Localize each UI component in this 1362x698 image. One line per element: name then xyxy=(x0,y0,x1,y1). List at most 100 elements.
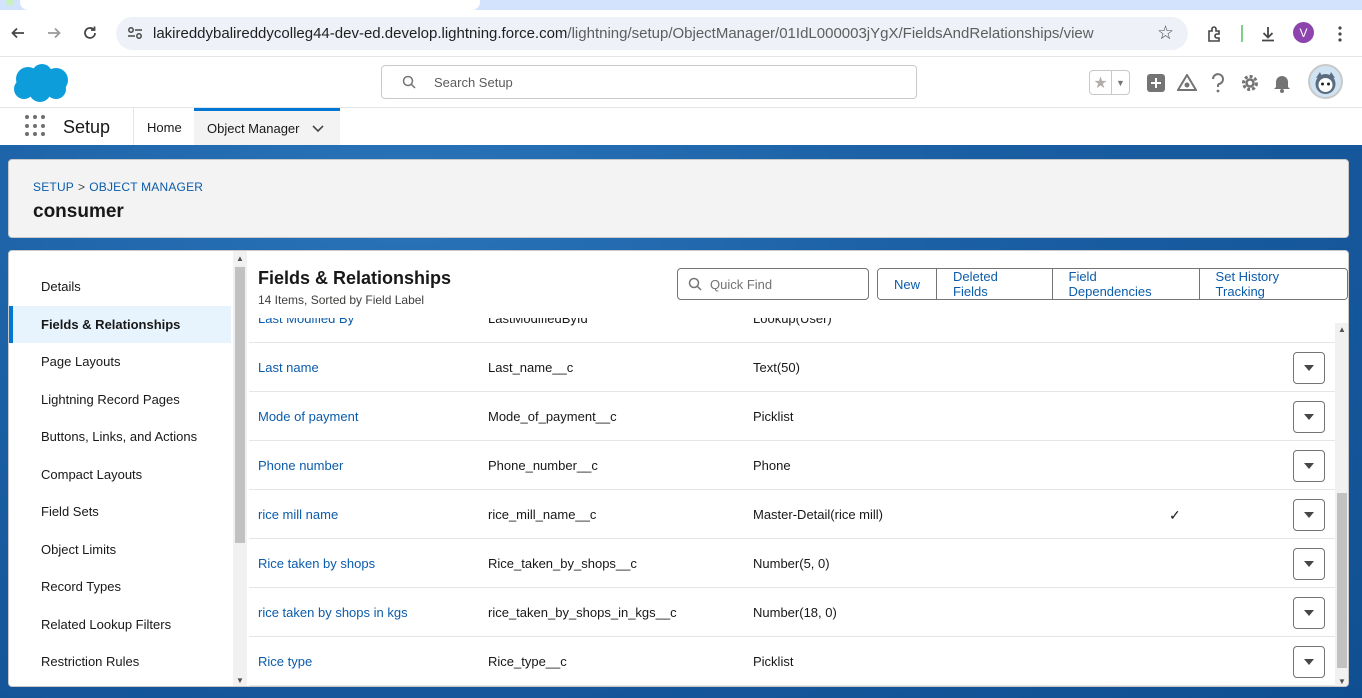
panel-title: Fields & Relationships xyxy=(258,268,452,288)
row-actions-button[interactable] xyxy=(1293,450,1325,482)
app-name: Setup xyxy=(63,117,111,137)
browser-profile-avatar[interactable]: V xyxy=(1293,22,1314,43)
sidebar-scrollbar[interactable]: ▲ ▼ xyxy=(233,251,247,686)
table-row: Last Modified By LastModifiedById Lookup… xyxy=(249,318,1335,343)
sidebar-item-label: Fields & Relationships xyxy=(41,317,181,332)
field-dependencies-button[interactable]: Field Dependencies xyxy=(1052,269,1200,299)
field-label-link[interactable]: rice mill name xyxy=(258,507,338,522)
row-actions-button[interactable] xyxy=(1293,401,1325,433)
browser-menu-icon[interactable] xyxy=(1328,22,1352,46)
app-launcher-icon[interactable] xyxy=(25,115,47,137)
sidebar-item-object-limits[interactable]: Object Limits xyxy=(9,531,231,568)
global-header: Search Setup ★ ▼ xyxy=(0,56,1362,107)
table-row: rice taken by shops in kgs rice_taken_by… xyxy=(249,588,1335,637)
field-label-link[interactable]: Rice type xyxy=(258,654,312,669)
salesforce-logo[interactable] xyxy=(12,63,70,106)
table-scrollbar[interactable]: ▲ ▼ xyxy=(1335,323,1348,686)
sidebar-item-related-lookup-filters[interactable]: Related Lookup Filters xyxy=(9,606,231,643)
global-actions-icon[interactable] xyxy=(1144,71,1168,95)
sidebar-item-page-layouts[interactable]: Page Layouts xyxy=(9,343,231,380)
field-api-name: Phone_number__c xyxy=(488,458,598,473)
field-api-name: Mode_of_payment__c xyxy=(488,409,617,424)
sidebar-scroll-thumb[interactable] xyxy=(235,267,245,543)
notifications-bell-icon[interactable] xyxy=(1270,71,1294,95)
chevron-down-icon xyxy=(1304,610,1314,616)
new-button[interactable]: New xyxy=(878,269,938,299)
fields-table: Last Modified By LastModifiedById Lookup… xyxy=(249,318,1335,686)
row-actions-button[interactable] xyxy=(1293,597,1325,629)
reload-icon[interactable] xyxy=(79,22,101,44)
active-browser-tab[interactable] xyxy=(20,0,480,10)
bookmark-star-icon[interactable]: ☆ xyxy=(1157,22,1174,45)
quick-find-input[interactable]: Quick Find xyxy=(677,268,869,300)
row-actions-button[interactable] xyxy=(1293,548,1325,580)
field-data-type: Lookup(User) xyxy=(753,318,832,326)
field-label-link[interactable]: rice taken by shops in kgs xyxy=(258,605,408,620)
tab-home[interactable]: Home xyxy=(134,108,195,146)
field-label-link[interactable]: Mode of payment xyxy=(258,409,358,424)
indexed-checkmark-icon: ✓ xyxy=(1169,507,1181,523)
field-api-name: rice_mill_name__c xyxy=(488,507,597,522)
field-api-name: rice_taken_by_shops_in_kgs__c xyxy=(488,605,677,620)
sidebar-item-label: Buttons, Links, and Actions xyxy=(41,429,198,444)
panel-subtitle: 14 Items, Sorted by Field Label xyxy=(258,293,425,307)
sidebar-item-label: Object Limits xyxy=(41,542,117,557)
table-row: Rice taken by shops Rice_taken_by_shops_… xyxy=(249,539,1335,588)
trailhead-icon[interactable] xyxy=(1175,71,1199,95)
favorites-star-icon[interactable]: ★ xyxy=(1090,71,1112,94)
scroll-up-icon[interactable]: ▲ xyxy=(1338,325,1346,334)
scroll-up-icon[interactable]: ▲ xyxy=(236,254,244,263)
breadcrumb-object-manager[interactable]: OBJECT MANAGER xyxy=(89,180,203,194)
favorites-dropdown-icon[interactable]: ▼ xyxy=(1112,71,1129,94)
deleted-fields-button[interactable]: Deleted Fields xyxy=(937,269,1053,299)
download-icon[interactable] xyxy=(1256,22,1280,46)
table-row: Last name Last_name__c Text(50) xyxy=(249,343,1335,392)
sidebar-item-record-types[interactable]: Record Types xyxy=(9,568,231,605)
address-bar[interactable]: lakireddybalireddycolleg44-dev-ed.develo… xyxy=(116,17,1188,50)
breadcrumb: SETUP > OBJECT MANAGER xyxy=(33,180,203,194)
field-label-link[interactable]: Phone number xyxy=(258,458,343,473)
sidebar-item-lightning-record-pages[interactable]: Lightning Record Pages xyxy=(9,381,231,418)
scroll-down-icon[interactable]: ▼ xyxy=(236,676,244,685)
extensions-icon[interactable] xyxy=(1203,22,1227,46)
search-setup-input[interactable]: Search Setup xyxy=(381,65,917,99)
breadcrumb-setup[interactable]: SETUP xyxy=(33,180,74,194)
sidebar-item-details[interactable]: Details xyxy=(9,268,231,305)
field-label-link[interactable]: Rice taken by shops xyxy=(258,556,375,571)
search-icon xyxy=(402,75,416,92)
user-avatar[interactable] xyxy=(1308,64,1343,99)
site-info-icon[interactable] xyxy=(126,24,144,42)
table-row: Mode of payment Mode_of_payment__c Pickl… xyxy=(249,392,1335,441)
row-actions-button[interactable] xyxy=(1293,499,1325,531)
search-icon xyxy=(688,277,702,294)
field-label-link[interactable]: Last Modified By xyxy=(258,318,354,326)
sidebar-item-label: Field Sets xyxy=(41,504,99,519)
set-history-tracking-button[interactable]: Set History Tracking xyxy=(1199,269,1347,299)
row-actions-button[interactable] xyxy=(1293,352,1325,384)
field-data-type: Master-Detail(rice mill) xyxy=(753,507,884,522)
field-label-link[interactable]: Last name xyxy=(258,360,319,375)
url-path: /lightning/setup/ObjectManager/01IdL0000… xyxy=(567,25,1094,42)
field-api-name: Last_name__c xyxy=(488,360,574,375)
favorites-control[interactable]: ★ ▼ xyxy=(1089,70,1130,95)
sidebar-item-restriction-rules[interactable]: Restriction Rules xyxy=(9,643,231,680)
forward-icon[interactable] xyxy=(43,22,65,44)
scroll-down-icon[interactable]: ▼ xyxy=(1338,677,1346,686)
sidebar-item-buttons-links-actions[interactable]: Buttons, Links, and Actions xyxy=(9,418,231,455)
tab-favicon xyxy=(6,0,14,6)
table-scroll-thumb[interactable] xyxy=(1337,493,1347,668)
back-icon[interactable] xyxy=(7,22,29,44)
field-data-type: Phone xyxy=(753,458,791,473)
sidebar-item-field-sets[interactable]: Field Sets xyxy=(9,493,231,530)
sidebar-item-fields-relationships[interactable]: Fields & Relationships xyxy=(9,306,231,343)
setup-gear-icon[interactable] xyxy=(1238,71,1262,95)
browser-toolbar: lakireddybalireddycolleg44-dev-ed.develo… xyxy=(0,10,1362,56)
row-actions-button[interactable] xyxy=(1293,646,1325,678)
table-row: rice mill name rice_mill_name__c Master-… xyxy=(249,490,1335,539)
tab-object-manager[interactable]: Object Manager xyxy=(194,108,340,146)
chevron-down-icon[interactable] xyxy=(311,122,324,136)
help-icon[interactable] xyxy=(1206,71,1230,95)
sidebar-item-compact-layouts[interactable]: Compact Layouts xyxy=(9,456,231,493)
toolbar-divider xyxy=(1241,25,1243,42)
field-data-type: Picklist xyxy=(753,409,794,424)
